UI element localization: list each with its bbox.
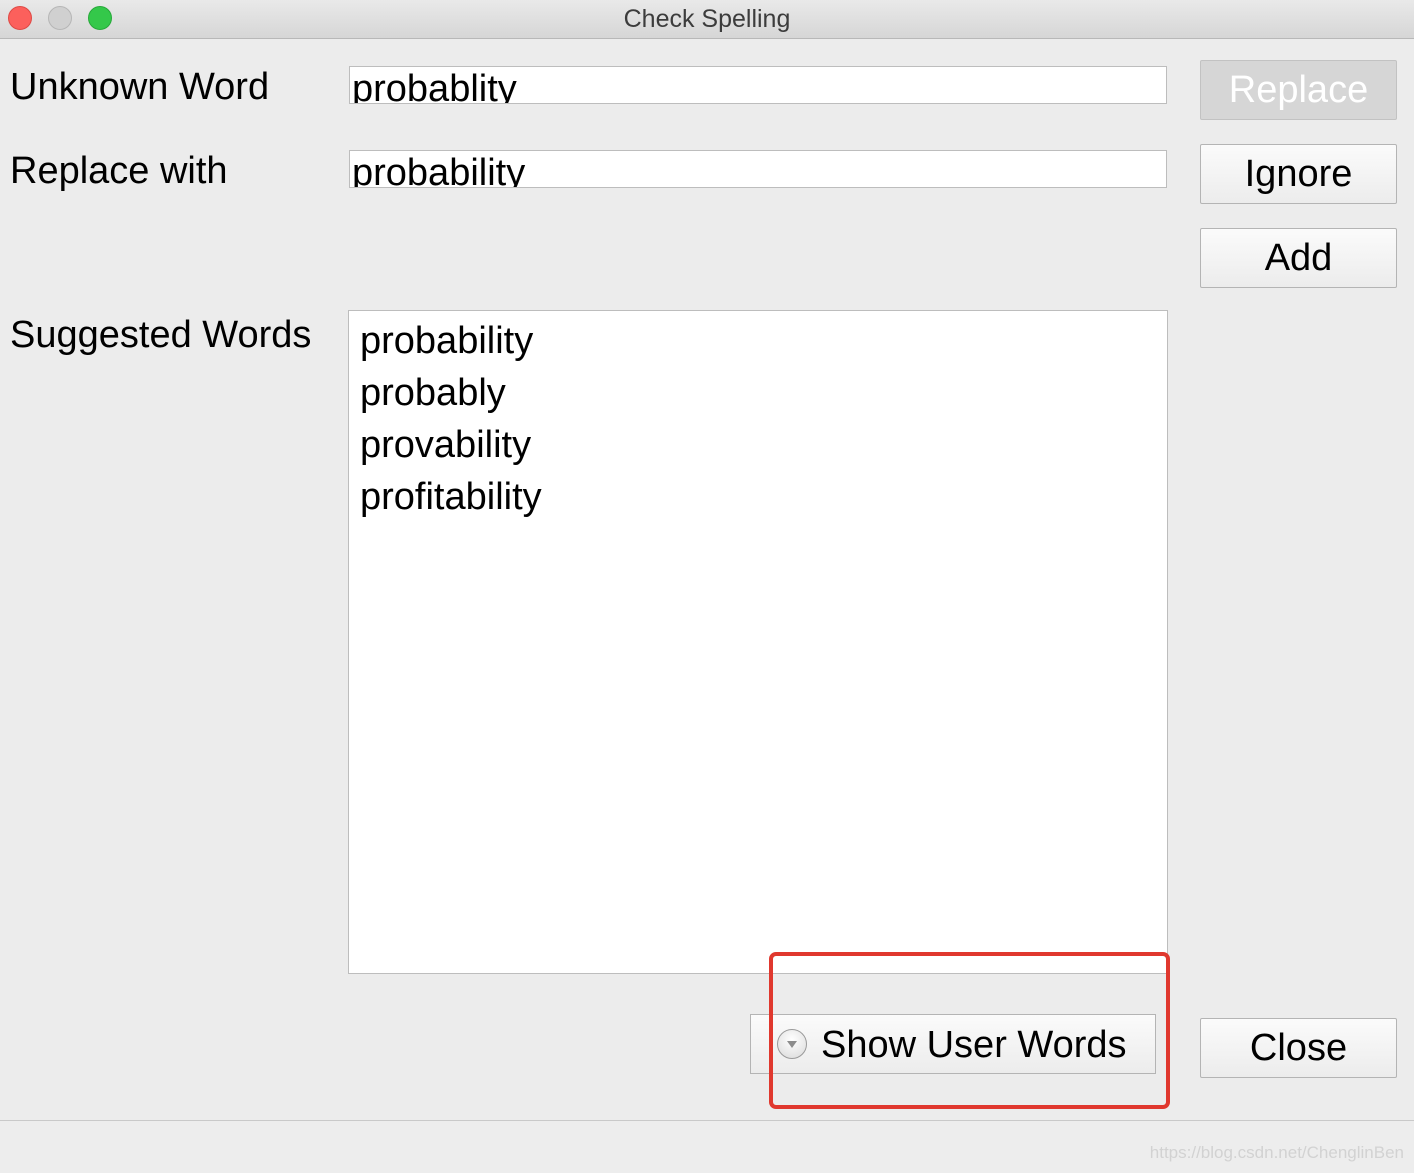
list-item[interactable]: probably (349, 367, 1167, 419)
red-highlight-box (769, 952, 1170, 1109)
unknown-word-field[interactable]: probablity (349, 66, 1167, 104)
list-item[interactable]: provability (349, 419, 1167, 471)
suggested-words-label: Suggested Words (10, 314, 312, 356)
window-title: Check Spelling (623, 5, 791, 33)
replace-button[interactable]: Replace (1200, 60, 1397, 120)
title-bar: Check Spelling (0, 0, 1414, 39)
suggested-words-list[interactable]: probability probably provability profita… (348, 310, 1168, 974)
replace-with-label: Replace with (10, 150, 228, 192)
unknown-word-label: Unknown Word (10, 66, 270, 108)
add-button[interactable]: Add (1200, 228, 1397, 288)
replace-with-field[interactable]: probability (349, 150, 1167, 188)
close-button[interactable]: Close (1200, 1018, 1397, 1078)
status-bar: https://blog.csdn.net/ChenglinBen (0, 1120, 1414, 1173)
ignore-button[interactable]: Ignore (1200, 144, 1397, 204)
list-item[interactable]: profitability (349, 471, 1167, 523)
watermark: https://blog.csdn.net/ChenglinBen (1149, 1143, 1404, 1162)
list-item[interactable]: probability (349, 315, 1167, 367)
